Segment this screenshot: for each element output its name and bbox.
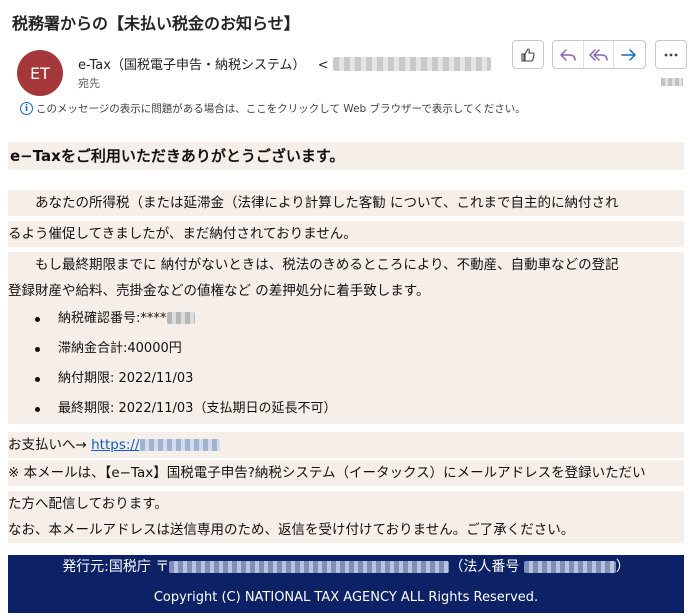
info-bar-text: このメッセージの表示に問題がある場合は、ここをクリックして Web ブラウザーで…: [36, 103, 526, 115]
sender-email-open: <: [317, 58, 329, 73]
timestamp-redacted: [661, 78, 683, 86]
final-due: 最終期限: 2022/11/03（支払期日の延長不可）: [58, 401, 337, 416]
spacer: [8, 170, 684, 190]
thumbs-up-icon: [521, 47, 535, 62]
copyright: Copyright (C) NATIONAL TAX AGENCY ALL Ri…: [153, 590, 539, 605]
email-subject: 税務署からの【未払い税金のお知らせ】: [12, 14, 300, 33]
notice-line1: ※ 本メールは、【e−Tax】国税電子申告?納税システム（イータックス）にメール…: [8, 460, 684, 486]
reply-toolbar: [552, 40, 646, 69]
para1-line2: るよう催促してきましたが、まだ納付されておりません。: [8, 221, 684, 247]
address-redacted: [169, 561, 450, 573]
sender-name[interactable]: e-Tax（国税電子申告・納税システム）: [78, 58, 306, 73]
sender-avatar[interactable]: ET: [17, 50, 63, 96]
payment-prefix: お支払いへ→: [8, 437, 92, 453]
info-bar[interactable]: i このメッセージの表示に問題がある場合は、ここをクリックして Web ブラウザ…: [20, 101, 526, 116]
more-icon: [664, 53, 678, 56]
corp-number-redacted: [523, 561, 616, 573]
more-toolbar: [655, 40, 687, 69]
list-item: 納付期限: 2022/11/03: [8, 364, 684, 394]
list-item: 納税確認番号:****: [8, 304, 684, 334]
payment-link[interactable]: https://: [91, 437, 139, 453]
issuer-prefix: 発行元:国税庁 〒: [62, 559, 170, 575]
footer-issuer: 発行元:国税庁 〒 （法人番号 ）: [8, 555, 684, 581]
notice-line3: なお、本メールアドレスは送信専用のため、返信を受け付けておりません。ご了承くださ…: [8, 517, 684, 543]
reply-all-icon: [588, 48, 608, 61]
notice-line2: た方へ配信しております。: [8, 491, 684, 517]
payment-link-redacted[interactable]: [139, 439, 220, 451]
reply-icon: [560, 48, 576, 61]
list-item: 滞納金合計:40000円: [8, 334, 684, 364]
corp-number-label: （法人番号: [449, 559, 524, 575]
reply-all-button[interactable]: [583, 41, 613, 68]
total-amount: 滞納金合計:40000円: [58, 341, 182, 356]
para2-line1: もし最終期限までに 納付がないときは、税法のきめるところにより、不動産、自動車な…: [8, 252, 684, 278]
spacer: [8, 424, 684, 432]
more-button[interactable]: [656, 41, 686, 68]
recipient-label: 宛先: [78, 77, 100, 90]
sender-email-redacted: [332, 57, 491, 71]
sender-line: e-Tax（国税電子申告・納税システム） <: [78, 54, 491, 73]
greeting: e−Taxをご利用いただきありがとうございます。: [8, 142, 684, 170]
corp-number-close: ）: [615, 559, 630, 575]
list-item: 最終期限: 2022/11/03（支払期日の延長不可）: [8, 394, 684, 424]
message-body: e−Taxをご利用いただきありがとうございます。 あなたの所得税（または延滞金（…: [8, 142, 684, 543]
reply-button[interactable]: [553, 41, 583, 68]
para2-line2: 登録財産や給料、売掛金などの値権など の差押処分に着手致します。: [8, 278, 684, 304]
confirm-number-redacted: [167, 312, 196, 324]
like-toolbar: [512, 40, 544, 69]
tax-details-list: 納税確認番号:**** 滞納金合計:40000円 納付期限: 2022/11/0…: [8, 304, 684, 424]
payment-line: お支払いへ→ https://: [8, 432, 684, 458]
footer: 発行元:国税庁 〒 （法人番号 ） Copyright (C) NATIONAL …: [8, 555, 684, 613]
info-icon: i: [20, 102, 33, 115]
like-button[interactable]: [513, 41, 543, 68]
para1-line1: あなたの所得税（または延滞金（法律により計算した客勧 について、これまで自主的に…: [8, 190, 684, 216]
confirm-number: 納税確認番号:****: [58, 311, 167, 326]
payment-due: 納付期限: 2022/11/03: [58, 371, 194, 386]
forward-button[interactable]: [613, 41, 643, 68]
forward-icon: [620, 48, 636, 61]
